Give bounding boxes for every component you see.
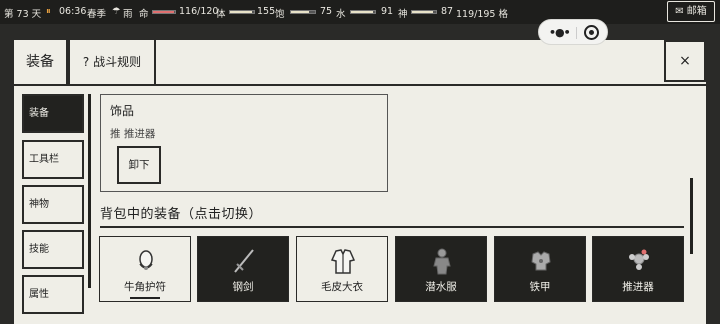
item-card-fur-coat[interactable]: 毛皮大衣 [296, 236, 388, 302]
diving-suit-icon [433, 248, 451, 275]
hunger-bar [290, 10, 316, 14]
capsule-divider [576, 27, 577, 39]
water-bar [350, 10, 376, 14]
hunger-value: 75 [320, 6, 333, 17]
weather-label: 雨 [123, 9, 133, 20]
hp-label: 命 [139, 9, 149, 20]
hunger-bar-fill [291, 11, 309, 13]
bag-capacity: 119/195 格 [456, 9, 508, 20]
spirit-label: 神 [398, 9, 408, 20]
stamina-value: 155 [257, 6, 276, 17]
hunger-label: 饱 [275, 9, 285, 20]
equipment-panel: 装备 ? 战斗规则 × 装备 工具栏 神物 技能 属性 饰品 推 推进器 卸下 … [14, 40, 706, 324]
rain-icon: ☂ [112, 6, 121, 17]
steel-sword-icon [234, 249, 254, 273]
side-nav: 装备 工具栏 神物 技能 属性 [22, 92, 84, 324]
close-target-icon[interactable] [584, 25, 599, 40]
item-card-thruster[interactable]: 推进器 [592, 236, 684, 302]
season-label: 春季 [87, 9, 107, 20]
more-icon[interactable]: •●• [549, 26, 571, 39]
horn-amulet-icon [139, 250, 153, 270]
close-button[interactable]: × [664, 40, 706, 82]
equipped-accessory: 推 推进器 [110, 128, 156, 140]
nav-item-attributes[interactable]: 属性 [22, 275, 84, 314]
stamina-label: 体 [216, 9, 226, 20]
item-card-steel-sword[interactable]: 钢剑 [197, 236, 289, 302]
mailbox-button[interactable]: ✉ 邮箱 [667, 1, 715, 22]
water-label: 水 [336, 9, 346, 20]
item-card-diving-suit[interactable]: 潜水服 [395, 236, 487, 302]
item-name: 潜水服 [425, 281, 457, 293]
backpack-section-title: 背包中的装备（点击切换） [100, 207, 263, 222]
stamina-bar [229, 10, 255, 14]
item-name: 毛皮大衣 [321, 281, 363, 293]
stamina-bar-fill [230, 11, 252, 13]
accessory-title: 饰品 [110, 104, 135, 118]
water-value: 91 [381, 6, 394, 17]
status-bar: 第 73 天 ⏸ 06:36 春季 ☂ 雨 命 116/120 体 155 饱 … [0, 0, 720, 24]
spirit-bar [411, 10, 437, 14]
spirit-bar-fill [412, 11, 433, 13]
day-counter: 第 73 天 [4, 9, 42, 20]
item-name: 铁甲 [529, 281, 551, 293]
side-nav-scrollbar[interactable] [88, 94, 91, 288]
thruster-icon [629, 249, 649, 270]
section-divider [100, 226, 684, 228]
nav-item-toolbar[interactable]: 工具栏 [22, 140, 84, 179]
accessory-slot: 饰品 推 推进器 卸下 [100, 94, 388, 192]
clock-time: 06:36 [59, 6, 87, 17]
pause-icon[interactable]: ⏸ [46, 6, 51, 17]
hp-bar-fill [153, 11, 175, 13]
nav-item-equipment[interactable]: 装备 [22, 94, 84, 133]
tab-equipment[interactable]: 装备 [14, 40, 68, 86]
tab-battle-rules[interactable]: ? 战斗规则 [68, 40, 156, 86]
fur-coat-icon [330, 249, 356, 274]
item-name: 推进器 [622, 281, 654, 293]
nav-item-relics[interactable]: 神物 [22, 185, 84, 224]
iron-armor-icon [531, 251, 551, 271]
content-scrollbar[interactable] [690, 178, 693, 254]
item-card-horn-amulet[interactable]: 牛角护符 [99, 236, 191, 302]
item-card-iron-armor[interactable]: 铁甲 [494, 236, 586, 302]
spirit-value: 87 [441, 6, 454, 17]
hp-bar [152, 10, 176, 14]
unequip-button[interactable]: 卸下 [117, 146, 161, 184]
water-bar-fill [351, 11, 373, 13]
nav-item-skills[interactable]: 技能 [22, 230, 84, 269]
item-name: 钢剑 [232, 281, 254, 293]
miniprogram-capsule: •●• [538, 19, 608, 45]
panel-header: 装备 ? 战斗规则 × [14, 40, 706, 86]
selected-indicator [130, 297, 160, 299]
item-name: 牛角护符 [124, 281, 166, 293]
hp-value: 116/120 [179, 6, 219, 17]
